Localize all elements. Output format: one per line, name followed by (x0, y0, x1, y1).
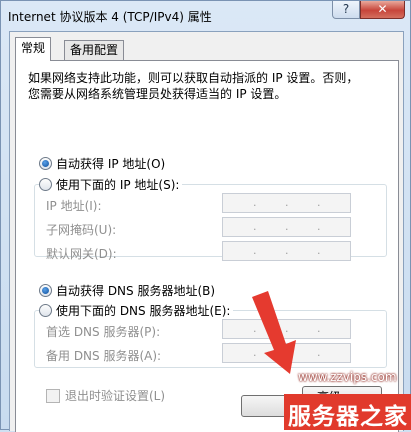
auto-ip-radio-indicator[interactable] (39, 157, 52, 170)
close-button[interactable]: ✕ (360, 1, 405, 19)
auto-ip-radio[interactable]: 自动获得 IP 地址(O) (39, 155, 165, 172)
title-bar[interactable]: Internet 协议版本 4 (TCP/IPv4) 属性 ? ✕ (1, 1, 410, 31)
auto-dns-radio[interactable]: 自动获得 DNS 服务器地址(B) (39, 282, 215, 299)
alternate-dns-input[interactable]: ... (222, 343, 351, 363)
tab-alternate-label: 备用配置 (70, 43, 119, 57)
window-title: Internet 协议版本 4 (TCP/IPv4) 属性 (8, 10, 212, 24)
description-line-1: 如果网络支持此功能，则可以获取自动指派的 IP 设置。否则， (28, 71, 359, 85)
manual-dns-radio-label: 使用下面的 DNS 服务器地址(E): (56, 304, 231, 318)
preferred-dns-input[interactable]: ... (222, 319, 351, 339)
alternate-dns-label: 备用 DNS 服务器(A): (46, 349, 162, 363)
preferred-dns-label: 首选 DNS 服务器(P): (46, 325, 161, 339)
watermark-url: www.zzvips.com (298, 370, 397, 384)
watermark-brand: 服务器之家 (288, 404, 408, 430)
help-icon: ? (342, 2, 350, 16)
close-icon: ✕ (377, 2, 388, 16)
validate-settings-checkbox[interactable]: 退出时验证设置(L) (46, 387, 165, 404)
description-line-2: 您需要从网络系统管理员处获得适当的 IP 设置。 (28, 87, 287, 101)
subnet-mask-label: 子网掩码(U): (46, 223, 117, 237)
manual-ip-radio[interactable]: 使用下面的 IP 地址(S): (39, 176, 183, 193)
auto-dns-radio-indicator[interactable] (39, 284, 52, 297)
manual-ip-radio-indicator[interactable] (39, 178, 52, 191)
validate-settings-checkbox-box[interactable] (46, 388, 60, 403)
auto-dns-radio-label: 自动获得 DNS 服务器地址(B) (56, 284, 216, 298)
ip-address-input[interactable]: ... (222, 193, 351, 213)
description-text: 如果网络支持此功能，则可以获取自动指派的 IP 设置。否则， 您需要从网络系统管… (28, 70, 390, 102)
default-gateway-label: 默认网关(D): (46, 247, 117, 261)
tab-general-label: 常规 (21, 41, 46, 55)
help-button[interactable]: ? (332, 1, 360, 19)
manual-dns-radio[interactable]: 使用下面的 DNS 服务器地址(E): (39, 302, 234, 319)
subnet-mask-input[interactable]: ... (222, 217, 351, 237)
ip-address-label: IP 地址(I): (46, 199, 102, 213)
manual-ip-radio-label: 使用下面的 IP 地址(S): (56, 178, 180, 192)
tab-general[interactable]: 常规 (15, 37, 52, 61)
manual-dns-radio-indicator[interactable] (39, 304, 52, 317)
validate-settings-label: 退出时验证设置(L) (65, 389, 166, 403)
auto-ip-radio-label: 自动获得 IP 地址(O) (56, 157, 166, 171)
dialog-window: Internet 协议版本 4 (TCP/IPv4) 属性 ? ✕ 常规 备用配… (0, 0, 411, 432)
default-gateway-input[interactable]: ... (222, 241, 351, 261)
tab-alternate-configuration[interactable]: 备用配置 (64, 40, 125, 60)
